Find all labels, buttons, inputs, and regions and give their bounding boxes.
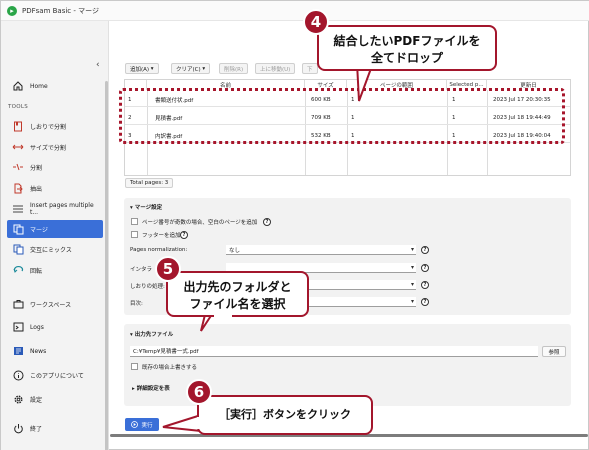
callout-5-line-2: ファイル名を選択	[189, 297, 286, 311]
callout-4-line-2: 全てドロップ	[370, 51, 443, 65]
callout-6: ［実行］ボタンをクリック	[197, 395, 373, 435]
callout-6-text: ［実行］ボタンをクリック	[219, 408, 351, 421]
callout-6-pointer-mask	[197, 417, 200, 429]
callout-4-pointer-mask	[357, 63, 371, 66]
callout-5-line-1: 出力先のフォルダと	[183, 280, 292, 294]
callout-pointers	[162, 62, 375, 433]
callout-5-badge: 5	[155, 256, 181, 282]
callout-5: 出力先のフォルダと ファイル名を選択	[166, 271, 309, 317]
callout-4: 結合したいPDFファイルを 全てドロップ	[317, 25, 497, 71]
callout-5-pointer-mask	[214, 314, 232, 317]
callout-6-badge: 6	[186, 379, 212, 405]
app-window: ▸ PDFsam Basic - マージ ‹ Home TOOLS しおりで分割…	[0, 0, 589, 450]
callout-4-line-1: 結合したいPDFファイルを	[333, 34, 481, 48]
callout-4-badge: 4	[303, 9, 329, 35]
callout-6-pointer	[162, 413, 202, 433]
